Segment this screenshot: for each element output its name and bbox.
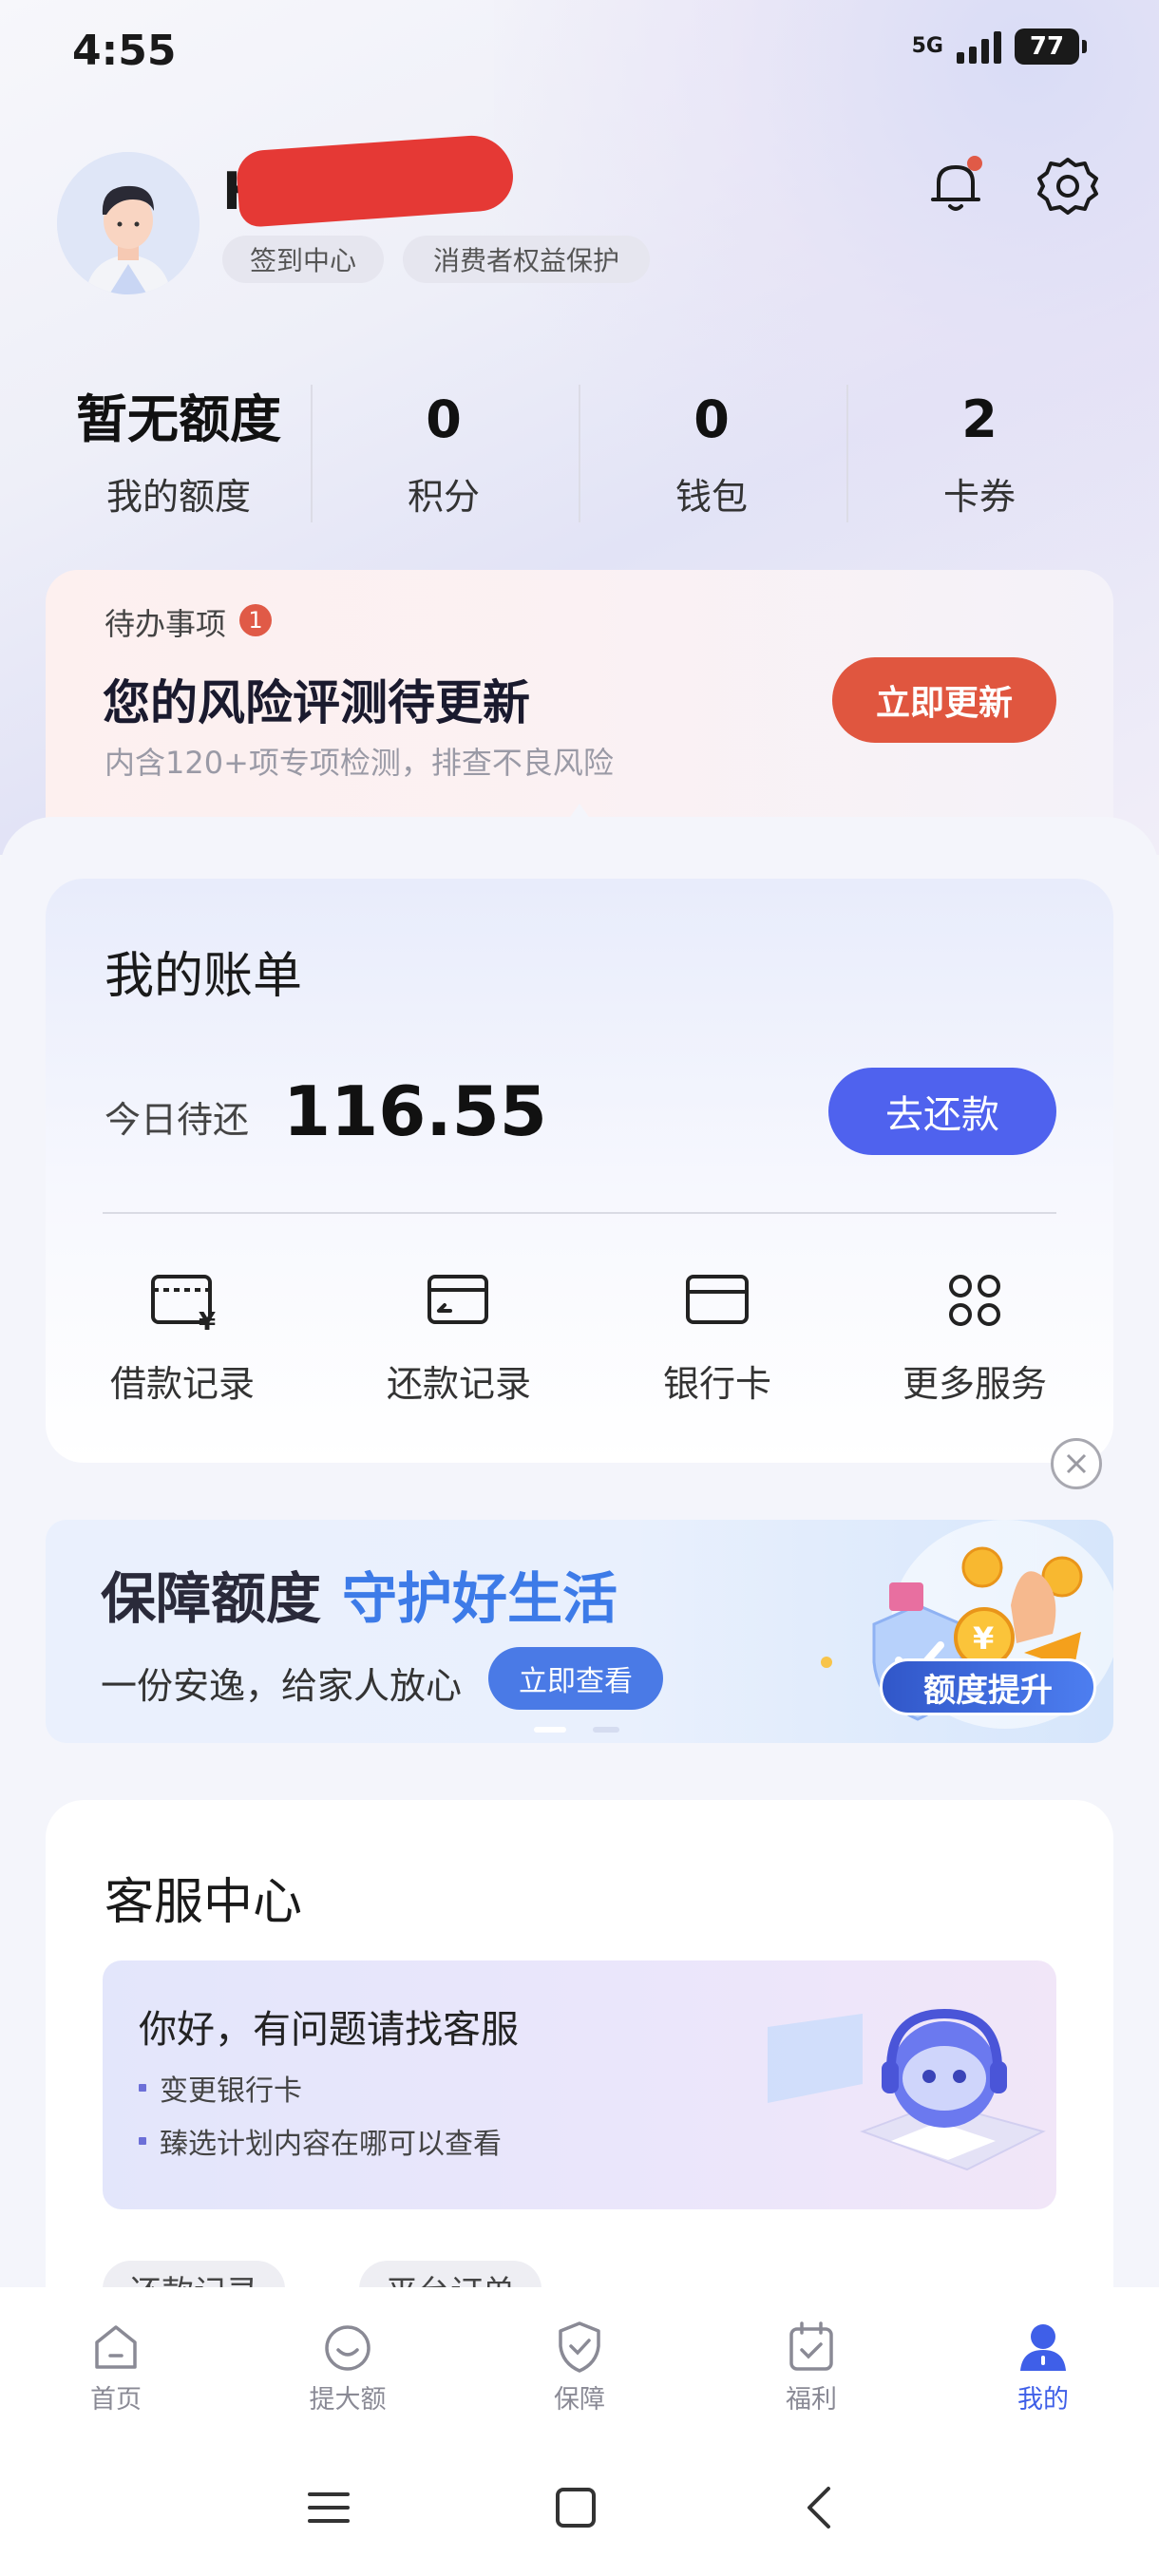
signal-icon: [957, 29, 1001, 64]
close-icon: [1066, 1453, 1087, 1474]
menu-icon[interactable]: [300, 2479, 357, 2536]
nav-label: 首页: [90, 2385, 142, 2415]
nav-label: 提大额: [309, 2385, 387, 2415]
faq-item[interactable]: 变更银行卡: [139, 2067, 302, 2109]
more-services-grid-icon: [949, 1275, 1000, 1326]
nav-raise-limit[interactable]: 提大额: [253, 2318, 443, 2415]
customer-service-greeting: 你好，有问题请找客服: [139, 2008, 519, 2052]
home-icon: [95, 2325, 137, 2369]
status-time: 4:55: [72, 27, 177, 75]
faq-item[interactable]: 臻选计划内容在哪可以查看: [139, 2120, 502, 2162]
nav-home[interactable]: 首页: [21, 2318, 211, 2415]
todo-label: 待办事项: [104, 606, 227, 642]
service-label: 借款记录: [109, 1363, 255, 1405]
nav-label: 福利: [786, 2385, 837, 2415]
repayment-record-icon: [428, 1275, 488, 1324]
customer-service-title: 客服中心: [104, 1874, 303, 1931]
quota-boost-tag[interactable]: 额度提升: [880, 1658, 1096, 1715]
todo-title: 您的风险评测待更新: [103, 675, 530, 730]
stat-label: 我的额度: [105, 476, 251, 518]
checkin-center-button[interactable]: 签到中心: [222, 236, 384, 283]
status-indicators: 5G 77: [911, 28, 1087, 65]
stat-quota[interactable]: 暂无额度 我的额度: [46, 380, 312, 520]
loan-record-icon: ¥: [151, 1275, 216, 1336]
stat-coupons[interactable]: 2 卡券: [846, 380, 1112, 520]
stat-value: 暂无额度: [76, 389, 281, 449]
person-icon: [1020, 2324, 1066, 2371]
service-label: 更多服务: [902, 1363, 1047, 1405]
view-now-button[interactable]: 立即查看: [488, 1647, 663, 1710]
service-repayment-records[interactable]: 还款记录: [335, 1263, 582, 1407]
stat-value: 0: [694, 389, 730, 449]
carousel-dot: [593, 1727, 619, 1733]
robot-agent-icon: [768, 2008, 1046, 2171]
bill-title: 我的账单: [104, 948, 303, 1005]
battery-icon: 77: [1015, 28, 1087, 65]
stat-label: 积分: [407, 476, 480, 518]
update-now-button[interactable]: 立即更新: [832, 657, 1056, 743]
divider: [103, 1212, 1056, 1214]
stat-wallet[interactable]: 0 钱包: [579, 380, 845, 520]
svg-text:¥: ¥: [973, 1620, 994, 1657]
todo-subtitle: 内含120+项专项检测，排查不良风险: [104, 745, 614, 781]
bank-card-icon: [686, 1275, 749, 1324]
due-today-label: 今日待还: [104, 1099, 250, 1141]
stat-value: 0: [426, 389, 462, 449]
repay-button[interactable]: 去还款: [828, 1068, 1056, 1155]
banner-subtitle: 一份安逸，给家人放心: [101, 1665, 463, 1707]
bullet-icon: [139, 2137, 146, 2145]
svg-text:¥: ¥: [199, 1308, 216, 1336]
service-loan-records[interactable]: ¥ 借款记录: [59, 1263, 306, 1407]
todo-count-badge: 1: [239, 604, 272, 636]
banner-title-part2: 守护好生活: [342, 1566, 618, 1631]
stat-label: 卡券: [942, 476, 1016, 518]
faq-text: 臻选计划内容在哪可以查看: [160, 2128, 502, 2161]
service-bank-card[interactable]: 银行卡: [594, 1263, 841, 1407]
consumer-rights-button[interactable]: 消费者权益保护: [403, 236, 650, 283]
notification-bell-icon[interactable]: [922, 152, 990, 220]
banner-title-part1: 保障额度: [101, 1566, 322, 1631]
nav-benefits[interactable]: 福利: [716, 2318, 906, 2415]
service-more[interactable]: 更多服务: [851, 1263, 1098, 1407]
carousel-dot-active: [534, 1727, 566, 1733]
home-square-icon[interactable]: [547, 2479, 604, 2536]
nav-mine[interactable]: 我的: [948, 2318, 1138, 2415]
stat-label: 钱包: [674, 476, 748, 518]
network-type: 5G: [911, 34, 943, 58]
faq-text: 变更银行卡: [160, 2074, 302, 2108]
service-label: 还款记录: [386, 1363, 531, 1405]
nav-protection[interactable]: 保障: [484, 2318, 674, 2415]
close-banner-button[interactable]: [1051, 1438, 1102, 1489]
avatar[interactable]: [57, 152, 200, 294]
due-amount: 116.55: [283, 1071, 547, 1151]
calendar-check-icon: [789, 2321, 833, 2371]
service-label: 银行卡: [662, 1363, 771, 1405]
smile-face-icon: [325, 2325, 370, 2371]
shield-check-icon: [559, 2321, 600, 2373]
battery-level: 77: [1029, 32, 1065, 61]
stat-value: 2: [961, 389, 998, 449]
nav-label: 保障: [554, 2385, 605, 2415]
nav-label: 我的: [1017, 2385, 1069, 2415]
settings-gear-icon[interactable]: [1034, 152, 1102, 220]
stat-points[interactable]: 0 积分: [311, 380, 577, 520]
bullet-icon: [139, 2084, 146, 2092]
back-icon[interactable]: [792, 2479, 849, 2536]
